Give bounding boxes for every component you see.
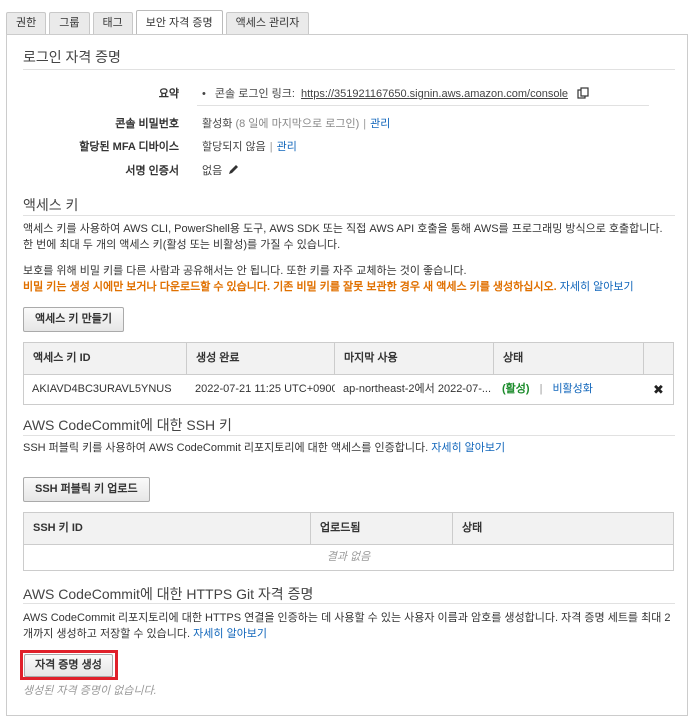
login-credentials-title: 로그인 자격 증명 [23,49,121,65]
access-key-status-cell: (활성) | 비활성화 [494,375,644,404]
column-header[interactable]: 상태 [453,513,671,544]
security-credentials-panel: 로그인 자격 증명 요약 • 콘솔 로그인 링크: https://351921… [6,34,688,716]
summary-label: 요약 [158,88,179,100]
tab-tags[interactable]: 태그 [92,12,133,34]
tab-permissions[interactable]: 권한 [6,12,47,34]
pencil-icon[interactable] [228,164,239,178]
column-header[interactable]: 액세스 키 ID [24,343,187,374]
ssh-keys-description-row: SSH 퍼블릭 키를 사용하여 AWS CodeCommit 리포지토리에 대한… [23,440,675,456]
console-password-value: 활성화 (8 일에 마지막으로 로그인) | 관리 [202,115,390,131]
ssh-keys-table: SSH 키 ID 업로드됨 상태 결과 없음 [23,512,674,571]
access-keys-protect-text: 보호를 위해 비밀 키를 다른 사람과 공유해서는 안 됩니다. 또한 키를 자… [23,265,467,277]
separator: | [269,141,273,153]
access-key-last-used: ap-northeast-2에서 2022-07-... [343,383,492,395]
table-header: SSH 키 ID 업로드됨 상태 [24,513,673,545]
access-keys-note: 보호를 위해 비밀 키를 다른 사람과 공유해서는 안 됩니다. 또한 키를 자… [23,263,675,295]
tab-bar: 권한 그룹 태그 보안 자격 증명 액세스 관리자 [6,10,312,35]
divider [23,69,675,70]
divider [23,215,675,216]
console-link-label: 콘솔 로그인 링크: [214,88,295,100]
divider [23,603,675,604]
signing-cert-value: 없음 [202,162,239,178]
https-git-empty-message: 생성된 자격 증명이 없습니다. [23,685,157,697]
password-status: 활성화 [202,118,233,130]
create-access-key-button[interactable]: 액세스 키 만들기 [23,307,124,332]
console-link-row: • 콘솔 로그인 링크: https://351921167650.signin… [202,85,589,102]
delete-icon[interactable]: ✖ [653,382,664,397]
tab-security-credentials[interactable]: 보안 자격 증명 [135,10,223,35]
mfa-label: 할당된 MFA 디바이스 [79,141,179,153]
access-keys-warning: 비밀 키는 생성 시에만 보거나 다운로드할 수 있습니다. 기존 비밀 키를 … [23,281,557,293]
column-header[interactable]: 마지막 사용 [335,343,494,374]
mfa-manage-link[interactable]: 관리 [277,141,297,153]
access-key-status: (활성) [502,383,530,395]
password-manage-link[interactable]: 관리 [370,118,390,130]
deactivate-link[interactable]: 비활성화 [552,383,592,395]
copy-icon[interactable] [577,86,589,102]
column-header[interactable]: 업로드됨 [311,513,453,544]
https-git-title: AWS CodeCommit에 대한 HTTPS Git 자격 증명 [23,586,314,602]
mfa-status: 할당되지 않음 [202,141,266,153]
access-keys-title: 액세스 키 [23,197,79,213]
separator: | [363,118,367,130]
ssh-keys-description: SSH 퍼블릭 키를 사용하여 AWS CodeCommit 리포지토리에 대한… [23,442,429,454]
console-link-url[interactable]: https://351921167650.signin.aws.amazon.c… [301,88,568,100]
ssh-keys-title: AWS CodeCommit에 대한 SSH 키 [23,417,232,433]
access-key-id: AKIAVD4BC3URAVL5YNUS [32,383,172,395]
column-header[interactable]: 상태 [494,343,644,374]
ssh-empty-message: 결과 없음 [326,551,371,563]
access-keys-learn-more-link[interactable]: 자세히 알아보기 [560,281,634,293]
https-git-description: AWS CodeCommit 리포지토리에 대한 HTTPS 연결을 인증하는 … [23,612,671,640]
column-header[interactable]: SSH 키 ID [24,513,311,544]
signing-cert-label: 서명 인증서 [125,165,179,177]
table-header: 액세스 키 ID 생성 완료 마지막 사용 상태 [24,343,673,375]
generate-credentials-button[interactable]: 자격 증명 생성 [24,654,113,677]
access-key-created: 2022-07-21 11:25 UTC+0900 [195,383,335,395]
ssh-learn-more-link[interactable]: 자세히 알아보기 [431,442,505,454]
tab-access-advisor[interactable]: 액세스 관리자 [225,12,310,34]
divider [23,435,675,436]
access-keys-table: 액세스 키 ID 생성 완료 마지막 사용 상태 AKIAVD4BC3URAVL… [23,342,674,405]
tab-groups[interactable]: 그룹 [49,12,90,34]
console-password-label: 콘솔 비밀번호 [115,118,179,130]
https-learn-more-link[interactable]: 자세히 알아보기 [193,628,267,640]
upload-ssh-key-button[interactable]: SSH 퍼블릭 키 업로드 [23,477,150,502]
access-keys-description: 액세스 키를 사용하여 AWS CLI, PowerShell용 도구, AWS… [23,223,663,251]
password-last-login: (8 일에 마지막으로 로그인) [235,118,360,130]
cert-status: 없음 [202,165,223,177]
delete-cell: ✖ [644,375,671,404]
separator: | [539,383,543,395]
column-header[interactable]: 생성 완료 [187,343,335,374]
https-git-description-row: AWS CodeCommit 리포지토리에 대한 HTTPS 연결을 인증하는 … [23,610,675,642]
column-header-actions [644,343,671,374]
bullet: • [202,88,206,100]
mfa-value: 할당되지 않음 | 관리 [202,138,297,154]
table-row: AKIAVD4BC3URAVL5YNUS 2022-07-21 11:25 UT… [24,375,673,404]
summary-divider [197,105,649,106]
